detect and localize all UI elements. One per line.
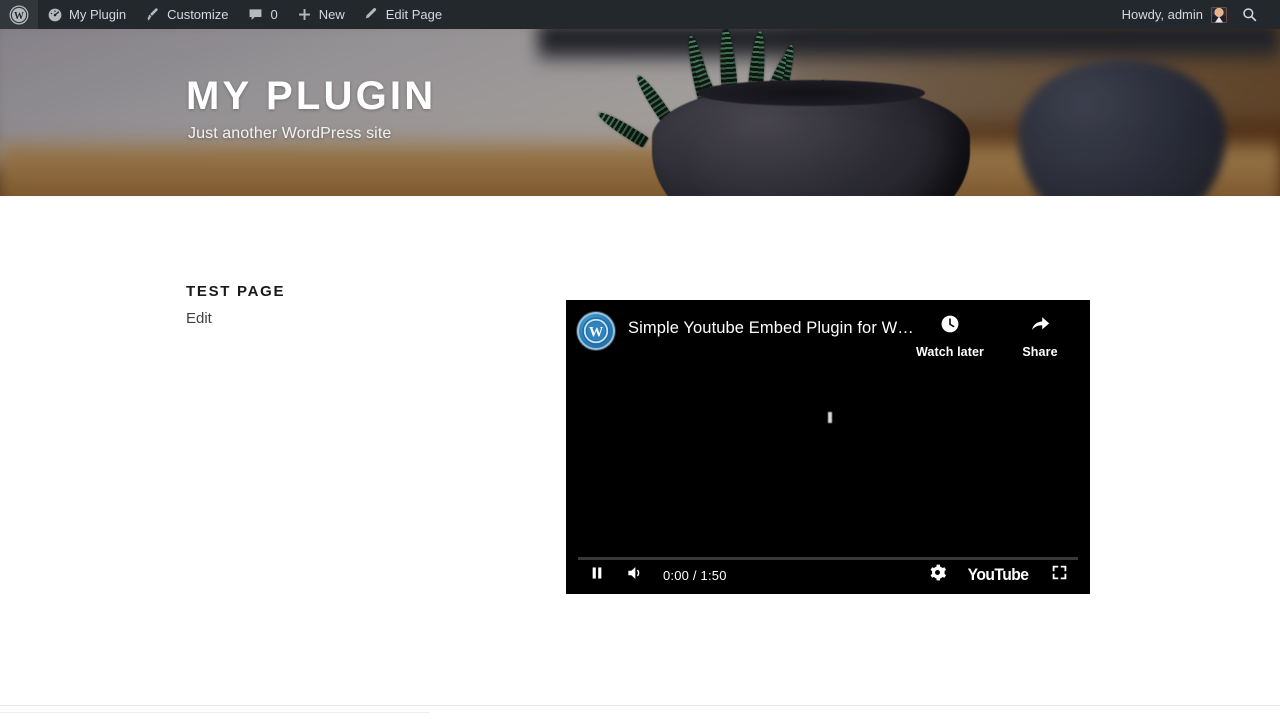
- watch-later-label: Watch later: [915, 345, 984, 359]
- search-icon: [1241, 6, 1258, 23]
- site-title[interactable]: MY PLUGIN: [186, 74, 436, 118]
- admin-bar-left-group: W My Plugin Customize 0 New Edit Page: [0, 0, 451, 29]
- page-title: TEST PAGE: [186, 283, 286, 300]
- avatar: [1211, 6, 1227, 23]
- player-top-bar: W Simple Youtube Embed Plugin for W… Wat…: [566, 300, 1090, 374]
- page-entry: TEST PAGE Edit: [186, 283, 606, 328]
- pause-button[interactable]: [578, 556, 616, 594]
- volume-on-icon: [624, 563, 646, 588]
- svg-text:W: W: [14, 10, 24, 21]
- admin-bar-my-account[interactable]: Howdy, admin: [1113, 0, 1235, 29]
- fullscreen-button[interactable]: [1040, 556, 1078, 594]
- fullscreen-icon: [1050, 563, 1069, 587]
- player-bottom-bar: 0:00 / 1:50 YouTube: [566, 546, 1090, 594]
- youtube-logo[interactable]: YouTube: [968, 565, 1029, 585]
- admin-bar-site-name[interactable]: My Plugin: [38, 0, 135, 29]
- share-label: Share: [1022, 345, 1058, 359]
- video-frame-content: [828, 412, 832, 423]
- site-description: Just another WordPress site: [188, 125, 392, 143]
- admin-bar-customize[interactable]: Customize: [135, 0, 237, 29]
- time-display: 0:00 / 1:50: [663, 567, 727, 583]
- site-footer: [0, 706, 1280, 720]
- pencil-icon: [363, 6, 380, 23]
- watch-later-button[interactable]: Watch later: [914, 313, 986, 359]
- clock-icon: [939, 313, 961, 340]
- wp-admin-bar: W My Plugin Customize 0 New Edit Page Ho…: [0, 0, 1280, 29]
- edit-link[interactable]: Edit: [186, 310, 212, 327]
- player-top-actions: Watch later Share: [914, 313, 1080, 359]
- howdy-label: Howdy, admin: [1121, 7, 1203, 22]
- plus-icon: [296, 6, 313, 23]
- wordpress-logo-icon: W: [9, 5, 29, 25]
- video-title[interactable]: Simple Youtube Embed Plugin for W…: [628, 319, 914, 338]
- admin-bar-new-label: New: [318, 7, 345, 22]
- admin-bar-comments[interactable]: 0: [238, 0, 287, 29]
- youtube-embed-player[interactable]: W Simple Youtube Embed Plugin for W… Wat…: [566, 300, 1090, 594]
- dashboard-gauge-icon: [47, 7, 63, 23]
- admin-bar-site-name-label: My Plugin: [69, 7, 127, 22]
- wp-logo-menu[interactable]: W: [0, 0, 38, 29]
- player-controls: 0:00 / 1:50 YouTube: [566, 556, 1090, 594]
- share-button[interactable]: Share: [1004, 313, 1076, 359]
- gear-icon: [928, 563, 947, 587]
- admin-bar-search[interactable]: [1235, 6, 1268, 23]
- admin-bar-right-group: Howdy, admin: [1113, 0, 1280, 29]
- admin-bar-new-content[interactable]: New: [287, 0, 354, 29]
- svg-text:W: W: [589, 325, 604, 341]
- paintbrush-icon: [144, 6, 161, 23]
- comments-count: 0: [270, 7, 278, 22]
- admin-bar-customize-label: Customize: [167, 7, 229, 22]
- settings-button[interactable]: [918, 556, 956, 594]
- wordpress-logo-icon[interactable]: W: [577, 312, 615, 350]
- comment-bubble-icon: [247, 6, 264, 23]
- pause-icon: [588, 564, 606, 587]
- volume-button[interactable]: [616, 556, 654, 594]
- site-branding: MY PLUGIN Just another WordPress site: [186, 74, 436, 143]
- share-arrow-icon: [1028, 313, 1052, 340]
- admin-bar-edit-page-label: Edit Page: [385, 7, 443, 22]
- site-header: MY PLUGIN Just another WordPress site: [0, 29, 1280, 196]
- admin-bar-edit-page[interactable]: Edit Page: [354, 0, 451, 29]
- main-content: TEST PAGE Edit W Simple Youtube Embed Pl…: [0, 196, 1280, 706]
